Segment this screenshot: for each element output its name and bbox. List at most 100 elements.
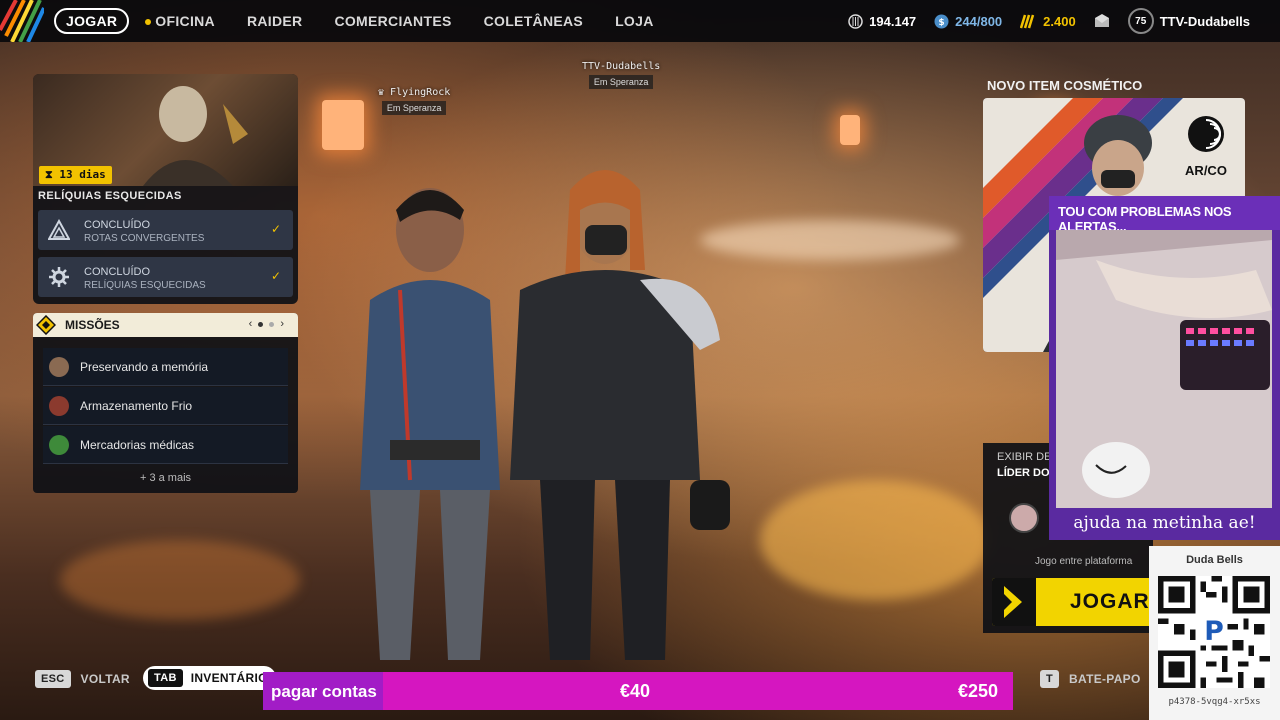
tab-key: TAB [148, 669, 183, 687]
webcam-caption: ajuda na metinha ae! [1073, 513, 1256, 533]
credits-stat[interactable]: 2.400 [1020, 14, 1076, 29]
chevron-right-icon[interactable]: › [280, 318, 284, 330]
task-status: CONCLUÍDO [84, 219, 151, 231]
svg-text:$: $ [939, 18, 945, 28]
missions-pager: ‹ › [249, 318, 284, 330]
qr-title: Duda Bells [1186, 554, 1243, 566]
red-lamp [322, 100, 364, 150]
days-remaining-badge: ⧗ 13 dias [39, 166, 112, 184]
missions-more-link[interactable]: + 3 a mais [33, 472, 298, 484]
ceiling-lamp [840, 115, 860, 145]
leader-avatar[interactable] [1009, 503, 1039, 533]
days-remaining-text: 13 dias [59, 168, 106, 181]
missions-icon [36, 315, 56, 335]
missions-panel: MISSÕES ‹ › Preservando a memória Armaze… [33, 313, 298, 493]
coin-icon [848, 13, 863, 29]
mission-avatar [49, 435, 69, 455]
cosmetic-title: NOVO ITEM COSMÉTICO [987, 78, 1143, 93]
webcam-title: TOU COM PROBLEMAS NOS ALERTAS... [1049, 196, 1280, 234]
arco-logo: AR/CO [1177, 114, 1235, 178]
play-button-label: JOGAR [1070, 590, 1150, 613]
pager-dot [269, 321, 275, 327]
mail-icon[interactable] [1094, 14, 1110, 28]
player-location: Em Speranza [381, 101, 447, 115]
event-task[interactable]: CONCLUÍDO ROTAS CONVERGENTES ✓ [38, 210, 293, 250]
player-name-text: FlyingRock [390, 87, 451, 98]
donation-current: €40 [620, 681, 651, 701]
event-task[interactable]: CONCLUÍDO RELÍQUIAS ESQUECIDAS ✓ [38, 257, 293, 297]
play-button[interactable]: JOGAR [992, 578, 1152, 626]
nav-raider[interactable]: RAIDER [231, 13, 318, 29]
capacity-value: 244/800 [955, 13, 1003, 29]
event-panel[interactable]: ⧗ 13 dias RELÍQUIAS ESQUECIDAS CONCLUÍDO… [33, 74, 298, 304]
player-tag: ♛ FlyingRock Em Speranza [378, 87, 450, 116]
mission-avatar [49, 357, 69, 377]
qr-panel: Duda Bells P p4378-5vqg4-xr5xs [1149, 546, 1280, 720]
donation-goal: €250 [958, 681, 999, 701]
missions-title: MISSÕES [65, 318, 120, 332]
player-location: Em Speranza [588, 75, 654, 89]
mission-label: Armazenamento Frio [80, 399, 193, 413]
storage-icon: $ [934, 14, 949, 28]
triangle-icon [48, 219, 70, 240]
inventory-hint[interactable]: TAB INVENTÁRIO [143, 666, 276, 690]
crossplay-label: Jogo entre plataforma [1035, 556, 1133, 567]
task-name: RELÍQUIAS ESQUECIDAS [84, 280, 206, 291]
main-nav: JOGAR OFICINA RAIDER COMERCIANTES COLETÂ… [54, 8, 670, 34]
check-icon: ✓ [270, 222, 281, 236]
mission-label: Preservando a memória [80, 360, 209, 374]
donation-label: pagar contas [263, 672, 383, 710]
event-title: RELÍQUIAS ESQUECIDAS [38, 190, 182, 202]
qr-code-text: p4378-5vqg4-xr5xs [1168, 697, 1261, 707]
top-navigation-bar: JOGAR OFICINA RAIDER COMERCIANTES COLETÂ… [0, 0, 1280, 42]
nav-coletaneas[interactable]: COLETÂNEAS [468, 13, 599, 29]
nav-loja[interactable]: LOJA [599, 13, 670, 29]
floor-glow [60, 540, 300, 620]
chat-hint[interactable]: T BATE-PAPO [1040, 670, 1141, 688]
back-label: VOLTAR [80, 672, 130, 686]
check-icon: ✓ [270, 269, 281, 283]
player-stats: 194.147 $ 244/800 2.400 75 TTV-Dudabells [848, 0, 1250, 42]
inventory-label: INVENTÁRIO [190, 671, 268, 685]
profile[interactable]: 75 TTV-Dudabells [1127, 8, 1250, 34]
bar-counter-glow [760, 480, 990, 600]
back-hint[interactable]: ESC VOLTAR [35, 670, 130, 688]
webcam-view [1056, 230, 1272, 508]
task-status: CONCLUÍDO [84, 266, 151, 278]
crown-icon: ♛ [378, 87, 391, 98]
nav-comerciantes[interactable]: COMERCIANTES [318, 13, 467, 29]
capacity-stat[interactable]: $ 244/800 [934, 14, 1002, 29]
nav-oficina[interactable]: OFICINA [129, 13, 231, 29]
inventory-pill: TAB INVENTÁRIO [143, 666, 276, 690]
t-key: T [1040, 670, 1060, 688]
nav-jogar[interactable]: JOGAR [54, 8, 130, 34]
webcam-image [1056, 230, 1272, 508]
hourglass-icon: ⧗ [45, 168, 60, 181]
notification-dot-icon [145, 19, 152, 26]
arco-logo-icon [1188, 116, 1224, 152]
coins-stat[interactable]: 194.147 [848, 14, 916, 29]
webcam-overlay: TOU COM PROBLEMAS NOS ALERTAS... ajuda n… [1049, 196, 1280, 540]
player-tag: TTV-Dudabells Em Speranza [582, 61, 660, 90]
mission-item[interactable]: Mercadorias médicas [43, 426, 288, 464]
donation-goal-bar: pagar contas €40 €250 [263, 672, 1013, 710]
mission-avatar [49, 396, 69, 416]
task-name: ROTAS CONVERGENTES [84, 233, 205, 244]
qr-code-image: P [1158, 576, 1270, 688]
pager-dot-active [258, 321, 264, 327]
svg-text:P: P [1204, 616, 1224, 647]
arco-logo-text: AR/CO [1185, 163, 1227, 178]
mission-item[interactable]: Preservando a memória [43, 348, 288, 386]
leader-label: EXIBIR DE [997, 451, 1052, 463]
player-name: ♛ FlyingRock [378, 87, 450, 98]
mission-item[interactable]: Armazenamento Frio [43, 387, 288, 425]
player-name: TTV-Dudabells [582, 61, 661, 72]
gear-icon [49, 267, 69, 287]
female-character [510, 170, 730, 660]
mission-label: Mercadorias médicas [80, 438, 195, 452]
nav-oficina-label: OFICINA [155, 13, 215, 29]
play-chevron-icon [992, 578, 1036, 626]
level-badge: 75 [1127, 8, 1154, 34]
missions-header: MISSÕES ‹ › [33, 313, 298, 337]
chevron-left-icon[interactable]: ‹ [249, 318, 253, 330]
